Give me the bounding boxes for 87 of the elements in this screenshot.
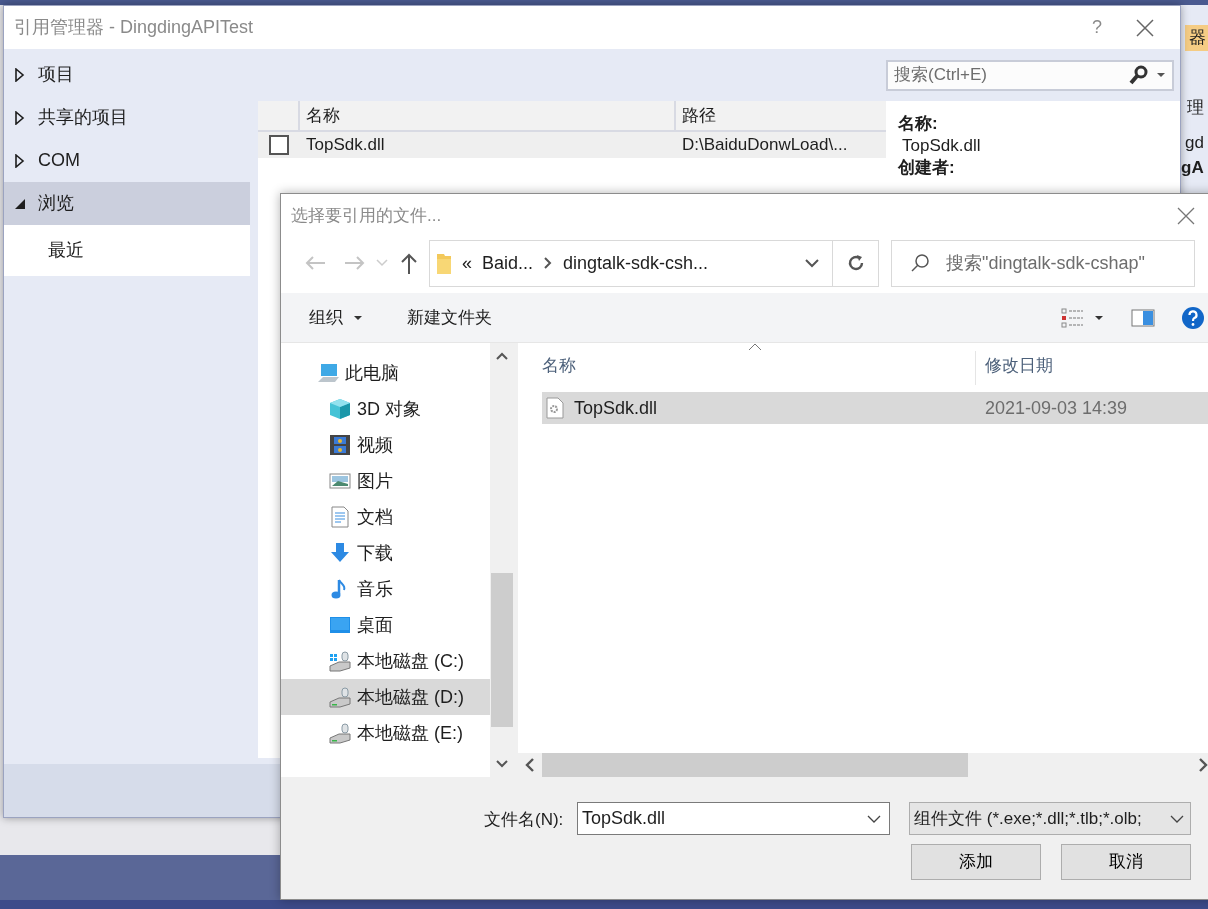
column-header[interactable]: 名称	[300, 101, 676, 130]
view-options-icon[interactable]	[1061, 307, 1105, 328]
file-name: TopSdk.dll	[574, 396, 659, 420]
system-drive-icon	[329, 650, 351, 672]
nav-item[interactable]: COM	[4, 139, 250, 182]
placeholder-text: 搜索"dingtalk-sdk-cshap"	[946, 251, 1145, 275]
nav-item[interactable]: 图片	[281, 463, 490, 499]
nav-item[interactable]: 共享的项目	[4, 96, 250, 139]
search-field[interactable]: 搜索"dingtalk-sdk-cshap"	[891, 239, 1195, 287]
search-field[interactable]: 搜索(Ctrl+E)	[886, 59, 1174, 91]
field-label: 文件名(N):	[484, 809, 564, 831]
collapsed-arrow-icon[interactable]	[14, 153, 26, 168]
close-icon[interactable]	[1136, 18, 1154, 37]
refresh-icon	[846, 254, 865, 272]
nav-item[interactable]: 视频	[281, 427, 490, 463]
background-text: 理	[1187, 97, 1204, 119]
close-icon[interactable]	[1177, 207, 1195, 225]
nav-item[interactable]: 项目	[4, 53, 250, 96]
scrollbar-thumb[interactable]	[491, 573, 513, 727]
chevron-right-icon[interactable]	[543, 256, 554, 270]
background-text: gd	[1185, 132, 1204, 154]
background-text: gA	[1181, 157, 1204, 179]
downloads-icon	[329, 542, 351, 564]
window-title: 引用管理器 - DingdingAPITest	[14, 16, 254, 39]
dialog-title: 选择要引用的文件...	[291, 205, 442, 228]
search-icon	[910, 253, 930, 273]
nav-item[interactable]: 本地磁盘 (D:)	[281, 679, 490, 715]
nav-item[interactable]: 此电脑	[281, 355, 490, 391]
up-arrow-icon	[400, 252, 418, 274]
detail-label: 名称:	[898, 113, 939, 135]
nav-item[interactable]: 文档	[281, 499, 490, 535]
checkbox[interactable]	[269, 135, 289, 155]
detail-label: 创建者:	[898, 157, 956, 179]
file-date: 2021-09-03 14:39	[985, 396, 1128, 420]
scroll-up-icon[interactable]	[495, 351, 509, 361]
nav-item[interactable]: 音乐	[281, 571, 490, 607]
chevron-down-icon	[1170, 813, 1184, 824]
toolbar-button[interactable]: 组织	[309, 304, 363, 331]
file-row[interactable]: TopSdk.dll 2021-09-03 14:39	[542, 392, 1208, 424]
nav-item[interactable]: 下载	[281, 535, 490, 571]
scroll-down-icon[interactable]	[495, 759, 509, 769]
refresh-button[interactable]	[833, 239, 879, 287]
video-icon	[329, 434, 351, 456]
scrollbar-thumb[interactable]	[542, 753, 968, 777]
address-bar[interactable]: « Baid... dingtalk-sdk-csh...	[429, 239, 833, 287]
back-arrow-icon	[304, 255, 326, 271]
nav-item[interactable]: 本地磁盘 (E:)	[281, 715, 490, 751]
breadcrumb-item[interactable]: Baid...	[482, 249, 534, 277]
file-type-dropdown[interactable]: 组件文件 (*.exe;*.dll;*.tlb;*.olb;	[909, 802, 1191, 835]
overflow-chevron[interactable]: «	[462, 249, 472, 277]
column-header[interactable]: 名称	[542, 353, 576, 379]
nav-item[interactable]: 最近	[4, 225, 250, 276]
help-button[interactable]: ?	[1092, 14, 1102, 41]
nav-item[interactable]: 浏览	[4, 182, 250, 225]
breadcrumb-item[interactable]: dingtalk-sdk-csh...	[563, 249, 709, 277]
drive-icon	[329, 686, 351, 708]
dialog-button[interactable]: 取消	[1061, 844, 1191, 880]
dialog-button[interactable]: 添加	[911, 844, 1041, 880]
collapsed-arrow-icon[interactable]	[14, 67, 26, 82]
nav-item[interactable]: 本地磁盘 (C:)	[281, 643, 490, 679]
chevron-down-icon	[867, 813, 881, 824]
documents-icon	[329, 506, 351, 528]
table-cell-text: D:\BaiduDonwLoad\...	[681, 134, 848, 157]
forward-arrow-icon	[344, 255, 366, 271]
table-cell-text: TopSdk.dll	[305, 134, 386, 157]
toolbar-button[interactable]: 新建文件夹	[407, 304, 492, 331]
chevron-down-icon[interactable]	[804, 258, 820, 268]
nav-item[interactable]: 3D 对象	[281, 391, 490, 427]
desktop-icon	[329, 614, 351, 636]
dll-file-icon	[546, 397, 564, 419]
drive-icon	[329, 722, 351, 744]
help-icon[interactable]	[1181, 305, 1205, 330]
column-header[interactable]: 修改日期	[985, 353, 1053, 379]
pictures-icon	[329, 470, 351, 492]
cube-icon	[329, 398, 351, 420]
filename-field[interactable]: TopSdk.dll	[577, 802, 890, 835]
column-header[interactable]: 路径	[676, 101, 886, 130]
placeholder-text: 搜索(Ctrl+E)	[894, 64, 989, 87]
nav-item[interactable]: 桌面	[281, 607, 490, 643]
preview-pane-icon[interactable]	[1131, 308, 1155, 327]
folder-icon	[436, 251, 452, 275]
pc-icon	[317, 362, 339, 384]
scroll-right-icon[interactable]	[1196, 757, 1208, 773]
collapsed-arrow-icon[interactable]	[14, 110, 26, 125]
search-icon	[1128, 65, 1150, 85]
background-text: 器	[1185, 25, 1208, 51]
detail-value: TopSdk.dll	[901, 135, 982, 157]
